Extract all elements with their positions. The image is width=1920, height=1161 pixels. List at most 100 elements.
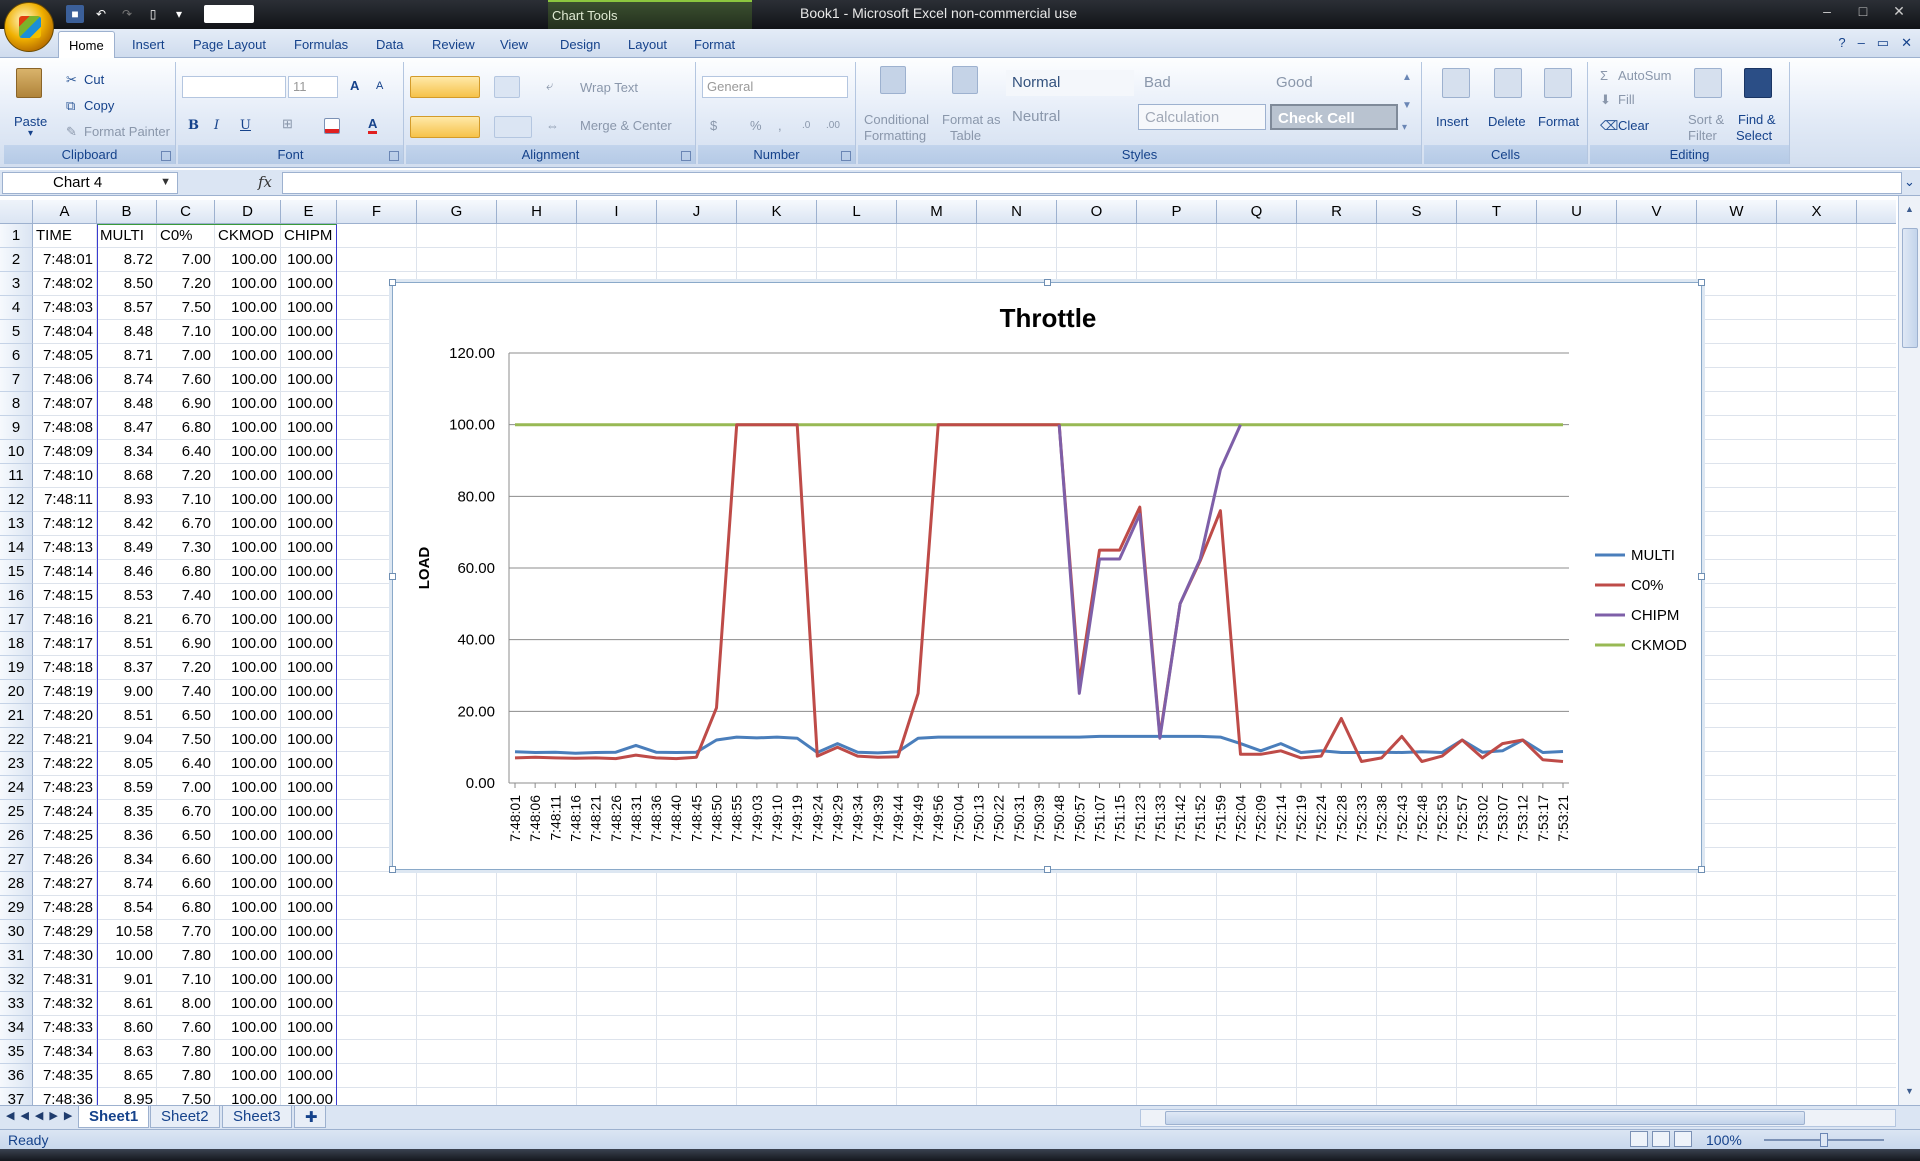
borders-icon[interactable]: ⊞ bbox=[282, 116, 293, 132]
conditional-formatting-icon[interactable] bbox=[880, 66, 906, 94]
undo-icon[interactable]: ↶ bbox=[92, 5, 110, 23]
row-header[interactable]: 31 bbox=[0, 944, 33, 968]
sheet-tab-sheet3[interactable]: Sheet3 bbox=[222, 1106, 292, 1128]
minimize-button[interactable]: – bbox=[1810, 0, 1844, 22]
insert-cells-icon[interactable] bbox=[1442, 68, 1470, 98]
fill-button[interactable]: Fill bbox=[1618, 92, 1635, 107]
save-icon[interactable]: ■ bbox=[66, 5, 84, 23]
merge-center-icon[interactable]: ⇔ bbox=[546, 118, 559, 133]
data-cell[interactable]: 7:48:11 bbox=[33, 488, 97, 512]
row-header[interactable]: 26 bbox=[0, 824, 33, 848]
column-header[interactable]: X bbox=[1777, 200, 1857, 224]
row-header[interactable]: 23 bbox=[0, 752, 33, 776]
row-header[interactable]: 32 bbox=[0, 968, 33, 992]
redo-icon[interactable]: ↷ bbox=[118, 5, 136, 23]
office-button[interactable] bbox=[4, 2, 54, 52]
data-cell[interactable]: 7:48:19 bbox=[33, 680, 97, 704]
data-cell[interactable]: 7:48:09 bbox=[33, 440, 97, 464]
data-cell[interactable]: 7:48:22 bbox=[33, 752, 97, 776]
horizontal-align-icons[interactable] bbox=[410, 116, 480, 138]
column-header[interactable]: V bbox=[1617, 200, 1697, 224]
row-header[interactable]: 2 bbox=[0, 248, 33, 272]
data-cell[interactable]: 7:48:04 bbox=[33, 320, 97, 344]
copy-icon[interactable]: ⧉ bbox=[66, 98, 75, 114]
row-header[interactable]: 35 bbox=[0, 1040, 33, 1064]
data-cell[interactable]: 7:48:31 bbox=[33, 968, 97, 992]
chart-resize-handle-tr[interactable] bbox=[1698, 279, 1705, 286]
data-cell[interactable]: 7:48:26 bbox=[33, 848, 97, 872]
zoom-slider-knob[interactable] bbox=[1820, 1133, 1828, 1147]
orientation-icon[interactable] bbox=[494, 76, 520, 98]
format-painter-button[interactable]: Format Painter bbox=[84, 124, 170, 139]
sheet-tab-sheet1[interactable]: Sheet1 bbox=[78, 1106, 150, 1128]
row-header[interactable]: 29 bbox=[0, 896, 33, 920]
name-box-dropdown-icon[interactable]: ▼ bbox=[160, 176, 171, 188]
alignment-launcher-icon[interactable] bbox=[681, 151, 691, 161]
paste-icon[interactable] bbox=[16, 68, 42, 98]
column-header[interactable]: T bbox=[1457, 200, 1537, 224]
column-header[interactable]: F bbox=[337, 200, 417, 224]
format-as-table-icon[interactable] bbox=[952, 66, 978, 94]
row-header[interactable]: 19 bbox=[0, 656, 33, 680]
currency-button[interactable]: $ bbox=[710, 118, 717, 133]
font-launcher-icon[interactable] bbox=[389, 151, 399, 161]
data-cell[interactable]: 7:48:03 bbox=[33, 296, 97, 320]
row-header[interactable]: 24 bbox=[0, 776, 33, 800]
format-painter-icon[interactable]: ✎ bbox=[66, 124, 77, 140]
font-name-field[interactable] bbox=[182, 76, 286, 98]
data-cell[interactable]: 7:48:10 bbox=[33, 464, 97, 488]
row-header[interactable]: 8 bbox=[0, 392, 33, 416]
column-header[interactable]: D bbox=[215, 200, 281, 224]
font-color-button[interactable]: A bbox=[368, 116, 378, 134]
tab-home[interactable]: Home bbox=[58, 31, 115, 58]
increase-decimal-button[interactable]: .0 bbox=[802, 120, 810, 131]
scroll-down-icon[interactable]: ▼ bbox=[1905, 1086, 1914, 1096]
row-header[interactable]: 21 bbox=[0, 704, 33, 728]
chart-resize-handle-b[interactable] bbox=[1044, 866, 1051, 873]
column-header[interactable]: S bbox=[1377, 200, 1457, 224]
column-header[interactable]: K bbox=[737, 200, 817, 224]
header-cell[interactable]: TIME bbox=[33, 224, 97, 248]
column-header[interactable]: O bbox=[1057, 200, 1137, 224]
row-header[interactable]: 33 bbox=[0, 992, 33, 1016]
row-header[interactable]: 15 bbox=[0, 560, 33, 584]
chart-resize-handle-bl[interactable] bbox=[389, 866, 396, 873]
maximize-button[interactable]: □ bbox=[1846, 0, 1880, 22]
format-as-table-button[interactable]: Format as bbox=[942, 112, 1001, 127]
row-header[interactable]: 4 bbox=[0, 296, 33, 320]
new-document-icon[interactable]: ▯ bbox=[144, 5, 162, 23]
data-cell[interactable]: 7:48:21 bbox=[33, 728, 97, 752]
chart-resize-handle-t[interactable] bbox=[1044, 279, 1051, 286]
paste-dropdown-icon[interactable]: ▾ bbox=[28, 128, 33, 139]
vertical-align-icons[interactable] bbox=[410, 76, 480, 98]
column-header[interactable]: L bbox=[817, 200, 897, 224]
column-header[interactable]: I bbox=[577, 200, 657, 224]
column-header[interactable]: C bbox=[157, 200, 215, 224]
row-header[interactable]: 10 bbox=[0, 440, 33, 464]
column-header[interactable]: M bbox=[897, 200, 977, 224]
data-cell[interactable]: 7:48:15 bbox=[33, 584, 97, 608]
insert-sheet-icon[interactable]: ✚ bbox=[294, 1106, 326, 1128]
zoom-slider[interactable] bbox=[1764, 1133, 1884, 1147]
row-header[interactable]: 30 bbox=[0, 920, 33, 944]
italic-button[interactable]: I bbox=[214, 118, 219, 133]
tab-insert[interactable]: Insert bbox=[122, 34, 175, 55]
data-cell[interactable]: 7:48:23 bbox=[33, 776, 97, 800]
data-cell[interactable]: 7:48:08 bbox=[33, 416, 97, 440]
column-header[interactable]: E bbox=[281, 200, 337, 224]
column-header[interactable]: R bbox=[1297, 200, 1377, 224]
font-size-field[interactable]: 11 bbox=[288, 76, 338, 98]
clear-icon[interactable]: ⌫ bbox=[1600, 118, 1618, 134]
data-cell[interactable]: 7:48:13 bbox=[33, 536, 97, 560]
normal-view-icon[interactable] bbox=[1630, 1131, 1648, 1147]
styles-more-icon[interactable]: ▾ bbox=[1402, 122, 1407, 133]
data-cell[interactable]: 7:48:05 bbox=[33, 344, 97, 368]
data-cell[interactable]: 7:48:33 bbox=[33, 1016, 97, 1040]
data-cell[interactable]: 7:48:17 bbox=[33, 632, 97, 656]
shrink-font-button[interactable]: A bbox=[376, 80, 383, 92]
expand-formula-bar-icon[interactable]: ⌄ bbox=[1904, 174, 1915, 190]
data-cell[interactable]: 7:48:24 bbox=[33, 800, 97, 824]
row-header[interactable]: 6 bbox=[0, 344, 33, 368]
tab-page-layout[interactable]: Page Layout bbox=[183, 34, 276, 55]
styles-scroll-down-icon[interactable]: ▼ bbox=[1402, 100, 1412, 111]
